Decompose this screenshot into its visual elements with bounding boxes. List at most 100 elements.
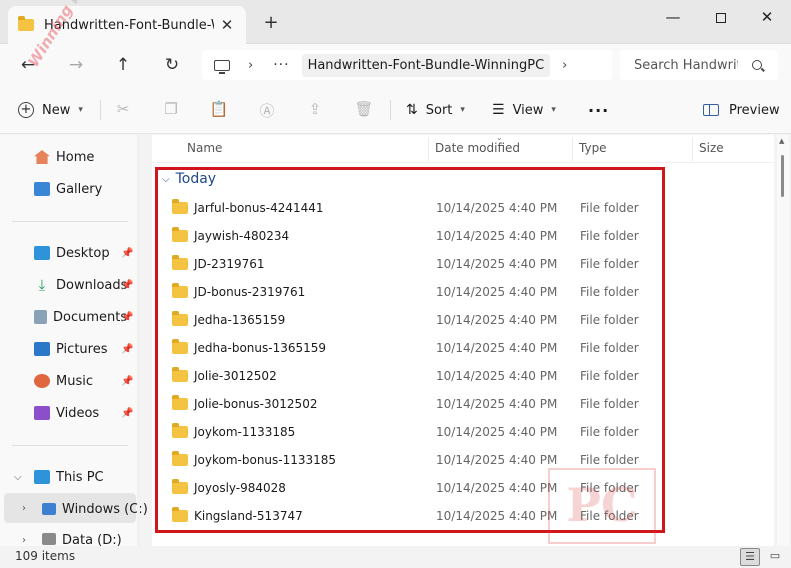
sidebar-item-label: Music <box>56 373 93 389</box>
chevron-right-icon[interactable]: › <box>22 535 26 546</box>
tiles-view-icon[interactable]: ▭ <box>765 548 785 566</box>
pin-icon[interactable]: 📌 <box>121 280 133 291</box>
folder-icon <box>18 16 34 31</box>
pin-icon[interactable]: 📌 <box>121 408 133 419</box>
gallery-icon <box>34 182 50 196</box>
sidebar-item-data-d[interactable]: Data (D:) <box>42 529 122 546</box>
table-row[interactable]: Jedha-1365159 10/14/2025 4:40 PM File fold… <box>172 306 652 334</box>
file-name: Kingsland-513747 <box>194 509 303 523</box>
file-list-scrollbar[interactable]: ▲ <box>777 135 789 546</box>
table-row[interactable]: Jedha-bonus-1365159 10/14/2025 4:40 PM Fil… <box>172 334 652 362</box>
chevron-down-icon[interactable]: ⌵ <box>14 472 22 483</box>
scrollbar-thumb[interactable] <box>781 155 784 197</box>
scroll-up-icon[interactable]: ▲ <box>779 137 784 145</box>
file-date: 10/14/2025 4:40 PM <box>436 285 558 299</box>
group-header-today[interactable]: ⌵ Today <box>162 171 216 187</box>
rename-icon[interactable]: Ⓐ <box>257 100 277 120</box>
item-count: 109 items <box>15 549 76 563</box>
pin-icon[interactable]: 📌 <box>121 344 133 355</box>
column-divider[interactable] <box>428 137 429 161</box>
column-header-date-modified[interactable]: Date modified <box>435 141 520 155</box>
file-date: 10/14/2025 4:40 PM <box>436 453 558 467</box>
file-type: File folder <box>580 229 639 243</box>
new-label: New <box>42 102 71 118</box>
file-type: File folder <box>580 201 639 215</box>
sidebar-item-this-pc[interactable]: This PC <box>34 465 104 489</box>
sidebar-item-music[interactable]: Music <box>34 369 93 393</box>
sidebar-item-downloads[interactable]: ⤓ Downloads <box>34 273 128 297</box>
minimize-button[interactable]: — <box>650 4 696 32</box>
column-header-size[interactable]: Size <box>699 141 724 155</box>
pictures-icon <box>34 342 50 356</box>
pin-icon[interactable]: 📌 <box>121 248 133 259</box>
preview-icon <box>703 104 719 116</box>
new-tab-button[interactable]: + <box>260 12 282 33</box>
delete-icon[interactable]: 🗑 <box>354 100 374 120</box>
copy-icon[interactable]: ❐ <box>161 100 181 120</box>
hidden-crumbs-button[interactable]: ··· <box>273 57 289 73</box>
file-type: File folder <box>580 453 639 467</box>
sidebar-item-label: Data (D:) <box>62 533 122 546</box>
view-button[interactable]: ☰ View ▾ <box>492 98 556 122</box>
search-icon <box>752 60 762 70</box>
drive-icon <box>42 503 56 515</box>
chevron-down-icon: ▾ <box>551 105 556 115</box>
details-view-icon[interactable]: ☰ <box>740 548 760 566</box>
close-window-button[interactable]: ✕ <box>744 4 790 32</box>
computer-icon <box>214 59 230 74</box>
plus-icon: + <box>18 102 34 118</box>
sort-label: Sort <box>425 102 453 118</box>
paste-icon[interactable]: 📋 <box>209 100 229 120</box>
sidebar-divider <box>12 445 128 446</box>
sidebar-item-windows-c[interactable]: Windows (C:) <box>42 497 148 521</box>
sidebar-item-documents[interactable]: Documents <box>34 305 127 329</box>
cut-icon[interactable]: ✂ <box>113 100 133 120</box>
table-row[interactable]: Jarful-bonus-4241441 10/14/2025 4:40 PM Fi… <box>172 194 652 222</box>
chevron-right-icon[interactable]: › <box>248 58 253 73</box>
breadcrumb-current-folder[interactable]: Handwritten-Font-Bundle-WinningPC <box>301 53 551 77</box>
column-header-name[interactable]: Name <box>187 141 222 155</box>
watermark-logo: PC <box>548 468 656 544</box>
share-icon[interactable]: ⇪ <box>305 100 325 120</box>
videos-icon <box>34 406 50 420</box>
table-row[interactable]: Jolie-3012502 10/14/2025 4:40 PM File fold… <box>172 362 652 390</box>
close-tab-icon[interactable]: ✕ <box>216 16 238 34</box>
maximize-button[interactable] <box>698 4 744 32</box>
file-type: File folder <box>580 313 639 327</box>
file-name: Jolie-3012502 <box>194 369 277 383</box>
up-button[interactable]: ↑ <box>109 52 137 78</box>
forward-button[interactable]: → <box>62 52 90 78</box>
column-divider[interactable] <box>692 137 693 161</box>
sidebar-item-desktop[interactable]: Desktop <box>34 241 110 265</box>
pin-icon[interactable]: 📌 <box>121 312 133 323</box>
sidebar-scrollbar[interactable] <box>137 135 140 546</box>
address-field[interactable]: › ··· Handwritten-Font-Bundle-WinningPC … <box>202 50 612 80</box>
sidebar-item-home[interactable]: Home <box>34 145 94 169</box>
chevron-right-icon[interactable]: › <box>22 503 26 514</box>
sidebar-item-label: Desktop <box>56 245 110 261</box>
table-row[interactable]: Joykom-1133185 10/14/2025 4:40 PM File fol… <box>172 418 652 446</box>
sidebar-item-videos[interactable]: Videos <box>34 401 99 425</box>
chevron-right-icon[interactable]: › <box>562 58 567 73</box>
view-icon: ☰ <box>492 102 505 118</box>
table-row[interactable]: Jaywish-480234 10/14/2025 4:40 PM File fol… <box>172 222 652 250</box>
title-bar: Handwritten-Font-Bundle-WinningPC ✕ + — … <box>0 0 791 44</box>
sort-button[interactable]: ⇅ Sort ▾ <box>406 98 465 122</box>
sidebar-item-pictures[interactable]: Pictures <box>34 337 107 361</box>
table-row[interactable]: Jolie-bonus-3012502 10/14/2025 4:40 PM Fil… <box>172 390 652 418</box>
column-header-type[interactable]: Type <box>579 141 607 155</box>
more-options-button[interactable]: ··· <box>588 98 609 122</box>
sidebar-item-gallery[interactable]: Gallery <box>34 177 102 201</box>
folder-icon <box>172 507 188 522</box>
table-row[interactable]: JD-2319761 10/14/2025 4:40 PM File folder <box>172 250 652 278</box>
pin-icon[interactable]: 📌 <box>121 376 133 387</box>
file-list-pane: Name ⌄ Date modified Type Size ⌵ Today J… <box>152 133 774 546</box>
refresh-button[interactable]: ↻ <box>158 52 186 78</box>
column-divider[interactable] <box>572 137 573 161</box>
table-row[interactable]: JD-bonus-2319761 10/14/2025 4:40 PM File f… <box>172 278 652 306</box>
new-button[interactable]: + New ▾ <box>18 98 83 122</box>
search-input[interactable]: Search Handwritten-Font-Bundle-WinningPC <box>620 50 778 80</box>
file-type: File folder <box>580 285 639 299</box>
download-icon: ⤓ <box>38 276 46 294</box>
preview-pane-button[interactable]: Preview <box>703 98 780 122</box>
